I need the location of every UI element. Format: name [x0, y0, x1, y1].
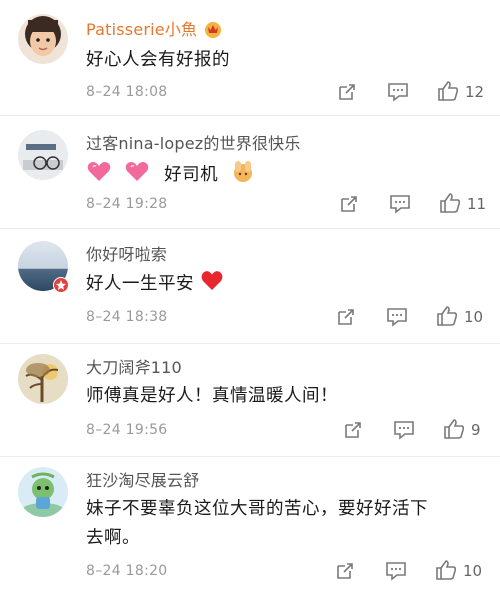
- comment-button[interactable]: [387, 82, 409, 102]
- username-text[interactable]: 大刀阔斧110: [86, 358, 182, 377]
- thumbs-up-icon: [444, 419, 465, 439]
- thumbs-up-icon: [436, 560, 457, 580]
- comment-text-line: 去啊。: [86, 528, 140, 548]
- comment-text: 师傅真是好人！真情温暖人间！: [86, 386, 338, 406]
- thumbs-up-icon: [440, 193, 461, 213]
- like-count: 10: [464, 308, 484, 326]
- comment-text: 好司机: [86, 159, 480, 193]
- comment-text-content: 好人一生平安: [86, 274, 194, 294]
- timestamp: 8–24 18:38: [86, 309, 168, 325]
- comment-text: 好心人会有好报的: [86, 50, 230, 70]
- username-text[interactable]: 你好呀啦索: [86, 245, 167, 264]
- timestamp: 8–24 19:28: [86, 196, 168, 212]
- comment-icon: [388, 83, 408, 102]
- share-button[interactable]: [343, 420, 363, 440]
- like-button[interactable]: [437, 80, 459, 102]
- comment-icon: [387, 308, 407, 327]
- username[interactable]: 大刀阔斧110: [86, 354, 182, 378]
- timestamp: 8–24 19:56: [86, 422, 168, 438]
- comment-icon: [394, 421, 414, 440]
- username[interactable]: 过客nina-lopez的世界很快乐: [86, 130, 301, 154]
- verified-badge-icon: [52, 276, 70, 298]
- share-button[interactable]: [339, 194, 359, 214]
- comment-item: 过客nina-lopez的世界很快乐 好司机 8–24 19:28 11: [0, 116, 500, 229]
- heart-icon: [124, 161, 150, 193]
- hands-icon: [230, 159, 256, 193]
- like-button[interactable]: [435, 559, 457, 581]
- like-count: 9: [471, 421, 481, 439]
- share-button[interactable]: [337, 82, 357, 102]
- avatar[interactable]: [18, 130, 68, 180]
- like-button[interactable]: [443, 418, 465, 440]
- share-button[interactable]: [336, 307, 356, 327]
- username[interactable]: 狂沙淘尽展云舒: [86, 467, 199, 491]
- comment-button[interactable]: [389, 194, 411, 214]
- comment-button[interactable]: [393, 420, 415, 440]
- share-icon: [345, 422, 361, 438]
- share-icon: [341, 196, 357, 212]
- avatar[interactable]: [18, 14, 68, 64]
- username-text[interactable]: Patisserie小魚: [86, 20, 197, 39]
- comment-item: 狂沙淘尽展云舒 妹子不要辜负这位大哥的苦心，要好好活下 去啊。 8–24 18:…: [0, 457, 500, 595]
- comment-item: 你好呀啦索 好人一生平安 8–24 18:38 10: [0, 229, 500, 344]
- comment-text-content: 好司机: [164, 165, 219, 185]
- like-count: 11: [467, 195, 487, 213]
- thumbs-up-icon: [438, 81, 459, 101]
- comment-list: Patisserie小魚 好心人会有好报的 8–24 18:08 12 过客ni…: [0, 0, 500, 595]
- vip-crown-icon: [203, 20, 223, 42]
- comment-button[interactable]: [386, 307, 408, 327]
- username[interactable]: Patisserie小魚: [86, 16, 223, 42]
- like-button[interactable]: [436, 305, 458, 327]
- share-icon: [339, 84, 355, 100]
- timestamp: 8–24 18:08: [86, 84, 168, 100]
- like-count: 10: [463, 562, 483, 580]
- avatar[interactable]: [18, 467, 68, 517]
- comment-text: 妹子不要辜负这位大哥的苦心，要好好活下 去啊。: [86, 495, 480, 553]
- comment-button[interactable]: [385, 561, 407, 581]
- thumbs-up-icon: [437, 306, 458, 326]
- like-count: 12: [465, 83, 485, 101]
- timestamp: 8–24 18:20: [86, 563, 168, 579]
- comment-item: Patisserie小魚 好心人会有好报的 8–24 18:08 12: [0, 0, 500, 116]
- comment-text-line: 妹子不要辜负这位大哥的苦心，要好好活下: [86, 499, 428, 519]
- heart-icon: [86, 161, 112, 193]
- comment-icon: [386, 562, 406, 581]
- share-button[interactable]: [335, 561, 355, 581]
- username-text[interactable]: 狂沙淘尽展云舒: [86, 471, 199, 490]
- share-icon: [337, 563, 353, 579]
- comment-icon: [390, 195, 410, 214]
- username[interactable]: 你好呀啦索: [86, 241, 167, 265]
- red-heart-icon: [200, 270, 224, 302]
- comment-item: 大刀阔斧110 师傅真是好人！真情温暖人间！ 8–24 19:56 9: [0, 344, 500, 457]
- share-icon: [338, 309, 354, 325]
- like-button[interactable]: [439, 192, 461, 214]
- avatar[interactable]: [18, 354, 68, 404]
- comment-text: 好人一生平安: [86, 270, 480, 302]
- username-text[interactable]: 过客nina-lopez的世界很快乐: [86, 134, 301, 153]
